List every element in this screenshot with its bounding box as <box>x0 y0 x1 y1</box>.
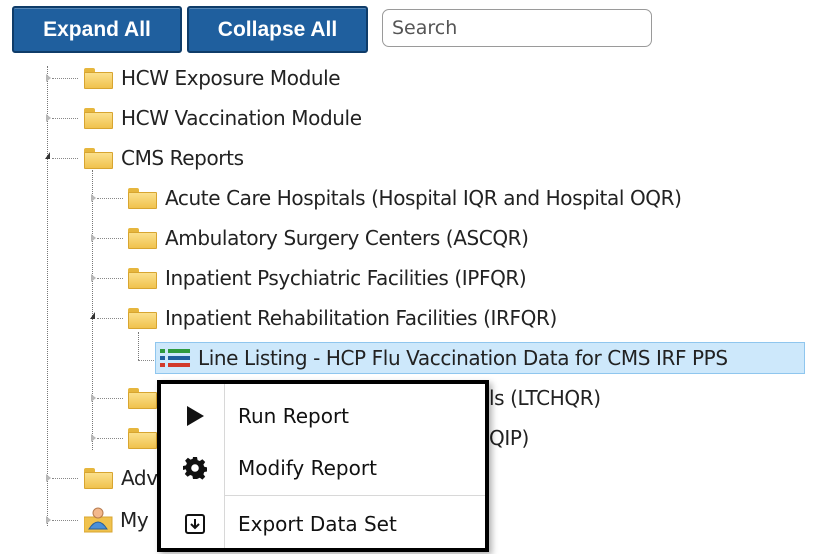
tree-item-inpatient-psychiatric[interactable]: Inpatient Psychiatric Facilities (IPFQR) <box>128 261 527 295</box>
tree-line <box>52 78 78 79</box>
menu-item-label: Run Report <box>238 404 350 428</box>
tree-item-label: Line Listing - HCP Flu Vaccination Data … <box>198 346 728 370</box>
tree-item-hcw-vaccination[interactable]: HCW Vaccination Module <box>84 101 362 135</box>
collapse-toggle-icon[interactable] <box>90 312 95 319</box>
tree-line <box>52 118 78 119</box>
collapse-toggle-icon[interactable] <box>45 152 50 159</box>
tree-line <box>97 318 123 319</box>
tree-item-inpatient-rehabilitation[interactable]: Inpatient Rehabilitation Facilities (IRF… <box>128 301 557 335</box>
menu-separator <box>225 495 485 496</box>
expand-toggle-icon[interactable] <box>91 434 96 442</box>
play-icon <box>187 406 204 426</box>
tree-item-hcw-exposure[interactable]: HCW Exposure Module <box>84 61 341 95</box>
tree-item-label: My <box>120 508 149 532</box>
tree-item-cms-reports[interactable]: CMS Reports <box>84 141 244 175</box>
expand-all-button[interactable]: Expand All <box>12 6 182 53</box>
folder-icon <box>84 148 113 169</box>
tree-item-label: HCW Vaccination Module <box>121 106 362 130</box>
expand-toggle-icon[interactable] <box>46 474 51 482</box>
tree-item-label: ls (LTCHQR) <box>489 386 601 410</box>
tree-line <box>52 520 78 521</box>
search-input[interactable] <box>382 9 652 47</box>
tree-item-label: Ambulatory Surgery Centers (ASCQR) <box>165 226 529 250</box>
tree-item-acute-care[interactable]: Acute Care Hospitals (Hospital IQR and H… <box>128 181 682 215</box>
expand-toggle-icon[interactable] <box>46 114 51 122</box>
tree-item-label: QIP) <box>489 426 529 450</box>
folder-icon <box>84 108 113 129</box>
tree-item-advanced[interactable]: Adv <box>84 461 158 495</box>
folder-icon <box>128 228 157 249</box>
tree-item-label: Inpatient Psychiatric Facilities (IPFQR) <box>165 266 527 290</box>
tree-item-label: Adv <box>121 466 158 490</box>
tree-item-line-listing-report[interactable]: Line Listing - HCP Flu Vaccination Data … <box>160 341 728 375</box>
tree-item-ltch-label: ls (LTCHQR) <box>489 381 601 415</box>
gear-icon <box>183 457 207 480</box>
tree-line <box>138 360 156 361</box>
tree-item-label: HCW Exposure Module <box>121 66 341 90</box>
tree-line <box>97 198 123 199</box>
expand-toggle-icon[interactable] <box>46 74 51 82</box>
tree-item-my-custom[interactable]: My <box>83 503 149 537</box>
tree-line <box>97 278 123 279</box>
expand-toggle-icon[interactable] <box>91 394 96 402</box>
tree-line <box>97 238 123 239</box>
tree-line <box>97 398 123 399</box>
folder-icon <box>128 308 157 329</box>
folder-icon <box>84 68 113 89</box>
folder-icon <box>128 188 157 209</box>
menu-item-export-data-set[interactable]: Export Data Set <box>161 498 485 550</box>
menu-item-modify-report[interactable]: Modify Report <box>161 442 485 494</box>
collapse-all-button[interactable]: Collapse All <box>187 6 368 53</box>
folder-icon <box>84 468 113 489</box>
folder-icon <box>128 268 157 289</box>
folder-icon <box>128 428 157 449</box>
menu-item-run-report[interactable]: Run Report <box>161 390 485 442</box>
folder-icon <box>128 388 157 409</box>
report-list-icon <box>160 346 190 370</box>
expand-toggle-icon[interactable] <box>46 516 51 524</box>
tree-item-label: Inpatient Rehabilitation Facilities (IRF… <box>165 306 557 330</box>
tree-item-label: CMS Reports <box>121 146 244 170</box>
tree-item-esrd-label: QIP) <box>489 421 529 455</box>
tree-line <box>92 170 93 450</box>
tree-line <box>97 438 123 439</box>
expand-toggle-icon[interactable] <box>91 274 96 282</box>
tree-line <box>47 66 48 526</box>
expand-toggle-icon[interactable] <box>91 194 96 202</box>
tree-line <box>138 332 139 360</box>
user-folder-icon <box>83 507 114 533</box>
tree-item-label: Acute Care Hospitals (Hospital IQR and H… <box>165 186 682 210</box>
tree-line <box>52 478 78 479</box>
tree-line <box>52 158 78 159</box>
expand-toggle-icon[interactable] <box>91 234 96 242</box>
export-icon <box>185 514 205 534</box>
tree-item-ambulatory-surgery[interactable]: Ambulatory Surgery Centers (ASCQR) <box>128 221 529 255</box>
context-menu: Run Report Modify Report Export Data Set <box>157 380 489 552</box>
menu-item-label: Modify Report <box>238 456 377 480</box>
menu-item-label: Export Data Set <box>238 512 397 536</box>
